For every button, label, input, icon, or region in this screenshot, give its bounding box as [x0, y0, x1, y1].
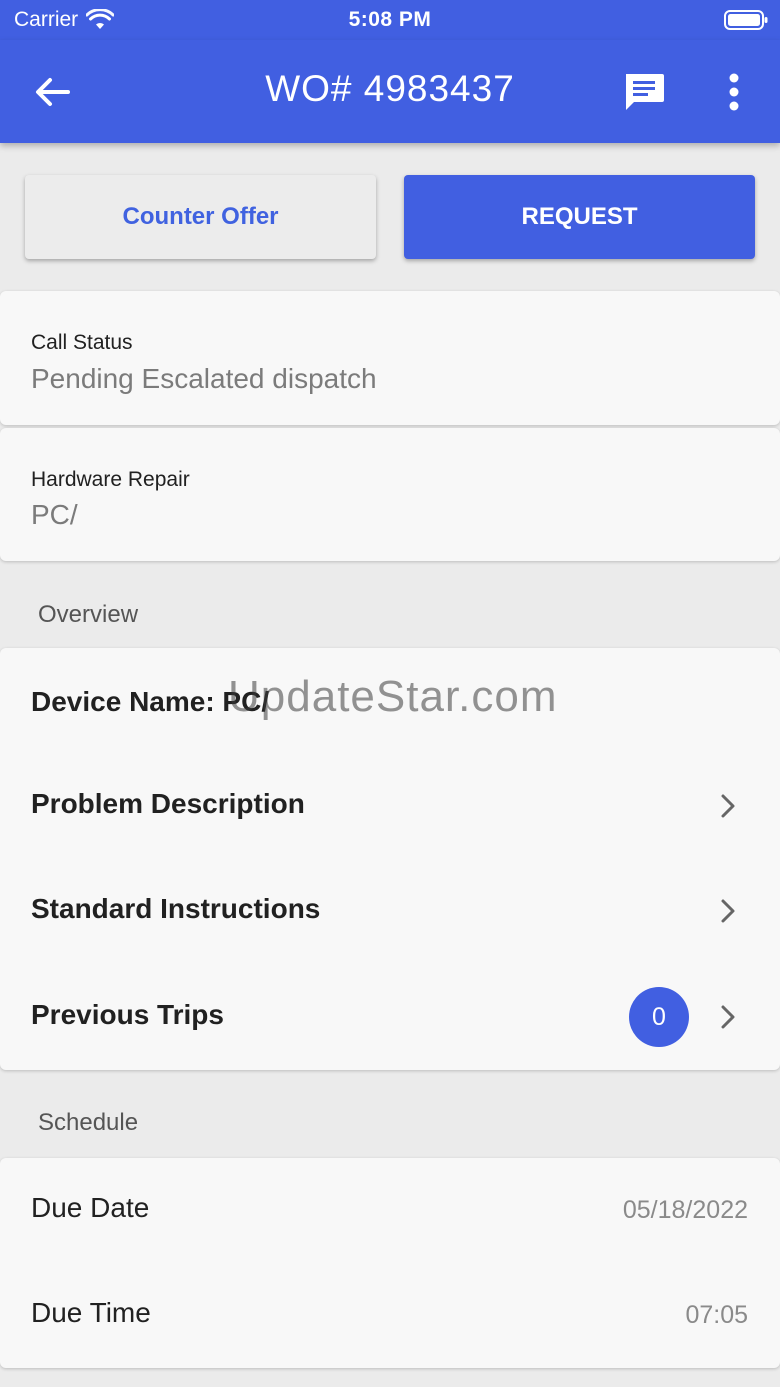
- chevron-right-icon: [721, 1005, 735, 1029]
- app-bar: WO# 4983437: [0, 40, 780, 143]
- hardware-repair-value: PC/: [31, 499, 78, 530]
- hardware-repair-card: Hardware Repair PC/: [0, 428, 780, 561]
- standard-instructions-label: Standard Instructions: [31, 893, 321, 924]
- battery-icon: [724, 10, 768, 30]
- due-date-row: Due Date 05/18/2022: [0, 1158, 780, 1263]
- chevron-right-icon: [721, 899, 735, 923]
- due-date-value: 05/18/2022: [622, 1196, 748, 1224]
- chevron-right-icon: [721, 794, 735, 818]
- previous-trips-label: Previous Trips: [31, 999, 224, 1030]
- due-date-label: Due Date: [31, 1192, 150, 1223]
- chat-icon[interactable]: [620, 68, 668, 116]
- problem-description-row[interactable]: Problem Description: [0, 754, 780, 859]
- device-name-label: Device Name: PC/: [31, 686, 270, 717]
- call-status-value: Pending Escalated dispatch: [31, 363, 377, 394]
- counter-offer-button[interactable]: Counter Offer: [25, 175, 376, 259]
- device-name-row: Device Name: PC/: [0, 648, 780, 753]
- previous-trips-count-badge: 0: [629, 987, 689, 1047]
- status-time: 5:08 PM: [348, 8, 432, 31]
- more-vertical-icon[interactable]: [716, 68, 752, 116]
- standard-instructions-row[interactable]: Standard Instructions: [0, 859, 780, 964]
- problem-description-label: Problem Description: [31, 788, 305, 819]
- call-status-label: Call Status: [31, 331, 133, 354]
- schedule-card: Due Date 05/18/2022 Due Time 07:05: [0, 1158, 780, 1368]
- overview-card: Device Name: PC/ Problem Description Sta…: [0, 648, 780, 1070]
- due-time-row: Due Time 07:05: [0, 1263, 780, 1368]
- overview-section-title: Overview: [38, 601, 139, 628]
- call-status-card: Call Status Pending Escalated dispatch: [0, 291, 780, 425]
- due-time-label: Due Time: [31, 1297, 151, 1328]
- status-bar: Carrier 5:08 PM: [0, 0, 780, 40]
- request-button[interactable]: REQUEST: [404, 175, 755, 259]
- previous-trips-row[interactable]: Previous Trips 0: [0, 965, 780, 1070]
- schedule-section-title: Schedule: [38, 1109, 139, 1136]
- due-time-value: 07:05: [685, 1301, 748, 1329]
- hardware-repair-label: Hardware Repair: [31, 468, 190, 491]
